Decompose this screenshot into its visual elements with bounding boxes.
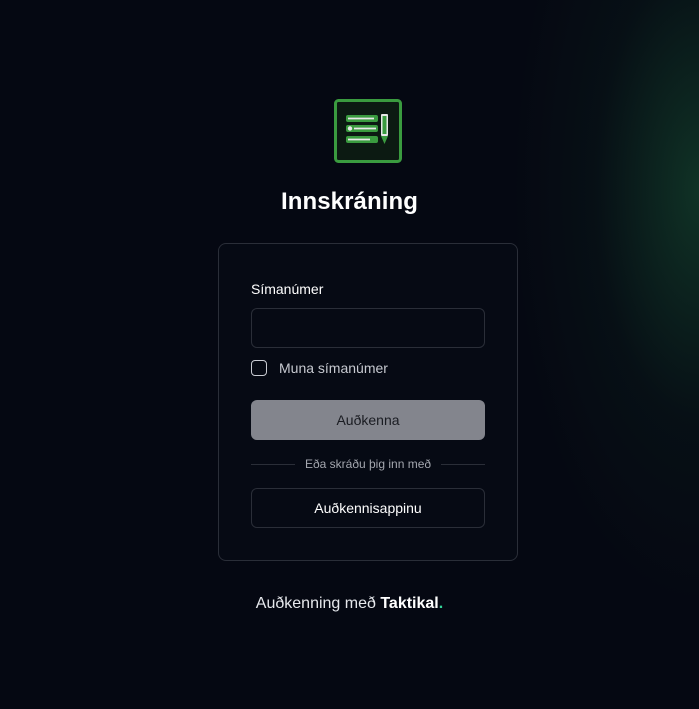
footer: Auðkenning með Taktikal. (0, 595, 699, 613)
remember-checkbox[interactable] (251, 360, 267, 376)
footer-brand[interactable]: Taktikal (380, 595, 438, 612)
page-title: Innskráning (280, 188, 419, 215)
remember-row[interactable]: Muna símanúmer (251, 360, 388, 376)
phone-label: Símanúmer (251, 281, 324, 297)
divider-line-right (441, 463, 486, 465)
footer-prefix: Auðkenning með (255, 595, 376, 612)
divider-line-left (251, 463, 295, 465)
login-card: Símanúmer Muna símanúmer Auðkenna Eða sk… (218, 243, 518, 561)
phone-input[interactable] (251, 308, 485, 348)
divider: Eða skráðu þig inn með (251, 456, 486, 472)
remember-label[interactable]: Muna símanúmer (279, 360, 388, 376)
auth-app-button[interactable]: Auðkennisappinu (251, 488, 485, 528)
authenticate-button[interactable]: Auðkenna (251, 400, 485, 440)
divider-text: Eða skráðu þig inn með (304, 457, 432, 471)
footer-brand-dot: . (438, 595, 444, 612)
document-pen-logo-icon (334, 99, 402, 163)
